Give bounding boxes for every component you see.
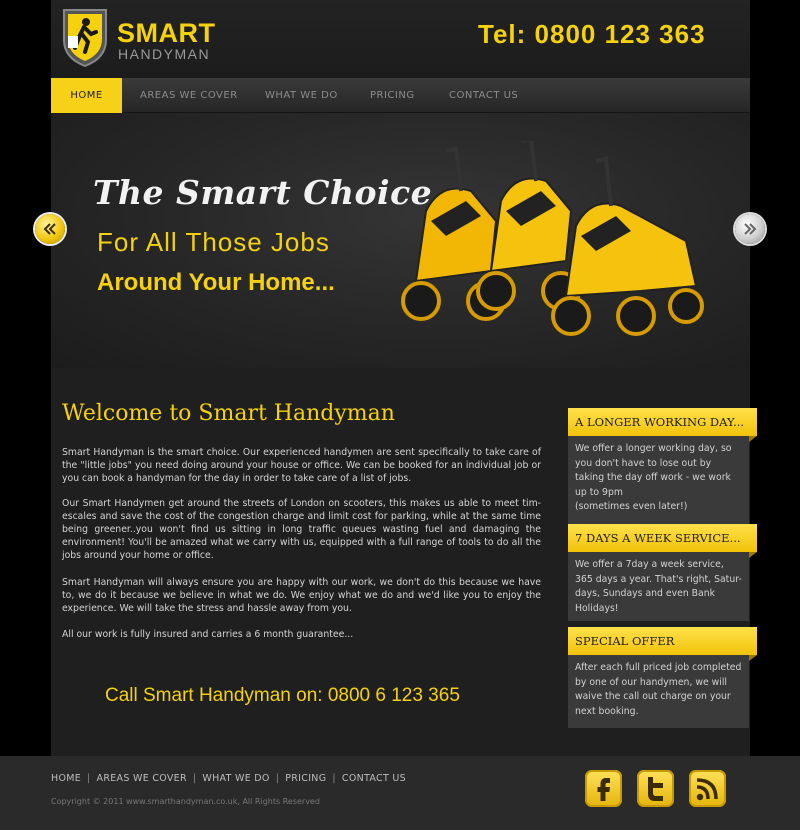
- logo-title: SMART: [117, 18, 216, 48]
- guarantee-paragraph: All our work is fully insured and carrie…: [62, 629, 354, 640]
- sidebar-box-body: We offer a 7day a week service, 365 days…: [575, 559, 742, 614]
- rss-icon: [696, 778, 718, 801]
- nav-item-contact-us[interactable]: CONTACT US: [449, 78, 518, 113]
- slider-next-button[interactable]: [735, 214, 765, 244]
- rss-button[interactable]: [689, 770, 726, 807]
- sidebar-box-title: SPECIAL OFFER: [568, 627, 757, 661]
- scooter-illustration: [401, 141, 704, 336]
- footer-link-home[interactable]: HOME: [51, 773, 81, 784]
- chevron-left-icon: [43, 223, 56, 235]
- chevron-right-icon: [744, 223, 757, 235]
- sidebar-box-body: After each full priced job completed by …: [575, 662, 742, 717]
- logo[interactable]: SMART HANDYMAN: [60, 6, 220, 68]
- sidebar-box-longer-day: A LONGER WORKING DAY... We offer a longe…: [568, 408, 757, 524]
- slider-prev-button[interactable]: [35, 214, 65, 244]
- call-to-action: Call Smart Handyman on: 0800 6 123 365: [105, 685, 460, 706]
- footer-separator: |: [275, 773, 280, 784]
- footer-link-contact-us[interactable]: CONTACT US: [342, 773, 406, 784]
- footer-separator: |: [192, 773, 197, 784]
- footer-link-pricing[interactable]: PRICING: [285, 773, 326, 784]
- logo-subtitle: HANDYMAN: [118, 46, 211, 62]
- footer: [0, 756, 800, 830]
- promise-paragraph: Smart Handyman will always ensure you ar…: [62, 577, 541, 614]
- footer-separator: |: [332, 773, 336, 784]
- hero-slider: The Smart Choice For All Those Jobs Arou…: [51, 113, 750, 368]
- facebook-button[interactable]: [585, 770, 622, 807]
- nav-item-pricing[interactable]: PRICING: [370, 78, 415, 113]
- footer-separator: |: [87, 773, 91, 784]
- scooters-paragraph: Our Smart Handymen get around the street…: [62, 498, 541, 561]
- twitter-icon: [648, 777, 663, 801]
- page-title: Welcome to Smart Handyman: [62, 401, 395, 426]
- hero-subheadline: For All Those Jobs: [97, 227, 330, 257]
- twitter-button[interactable]: [637, 770, 674, 807]
- sidebar-box-title: 7 DAYS A WEEK SERVICE...: [568, 524, 757, 558]
- nav-item-what-we-do[interactable]: WHAT WE DO: [265, 78, 338, 113]
- nav-item-home[interactable]: HOME: [51, 78, 122, 113]
- facebook-icon: [597, 778, 610, 801]
- footer-link-what-we-do[interactable]: WHAT WE DO: [202, 773, 269, 784]
- nav-item-areas-we-cover[interactable]: AREAS WE COVER: [140, 78, 238, 113]
- sidebar-box-7-days: 7 DAYS A WEEK SERVICE... We offer a 7day…: [568, 524, 757, 621]
- scooters-image: [401, 141, 704, 336]
- intro-paragraph: Smart Handyman is the smart choice. Our …: [62, 447, 541, 484]
- footer-link-areas-we-cover[interactable]: AREAS WE COVER: [97, 773, 187, 784]
- main-nav: HOME AREAS WE COVER WHAT WE DO PRICING C…: [51, 78, 750, 113]
- hero-tagline: Around Your Home...: [97, 269, 335, 296]
- shield-logo-icon: [63, 9, 107, 68]
- sidebar-box-title: A LONGER WORKING DAY...: [568, 408, 757, 442]
- hero-headline: The Smart Choice: [93, 173, 433, 212]
- footer-nav: HOME | AREAS WE COVER | WHAT WE DO | PRICING | C…: [51, 773, 406, 784]
- sidebar-box-body: We offer a longer working day, so you do…: [575, 443, 732, 512]
- sidebar-box-special-offer: SPECIAL OFFER After each full priced job…: [568, 627, 757, 728]
- header-phone: Tel: 0800 123 363: [478, 19, 706, 49]
- copyright: Copyright © 2011 www.smarthandyman.co.uk…: [51, 797, 320, 806]
